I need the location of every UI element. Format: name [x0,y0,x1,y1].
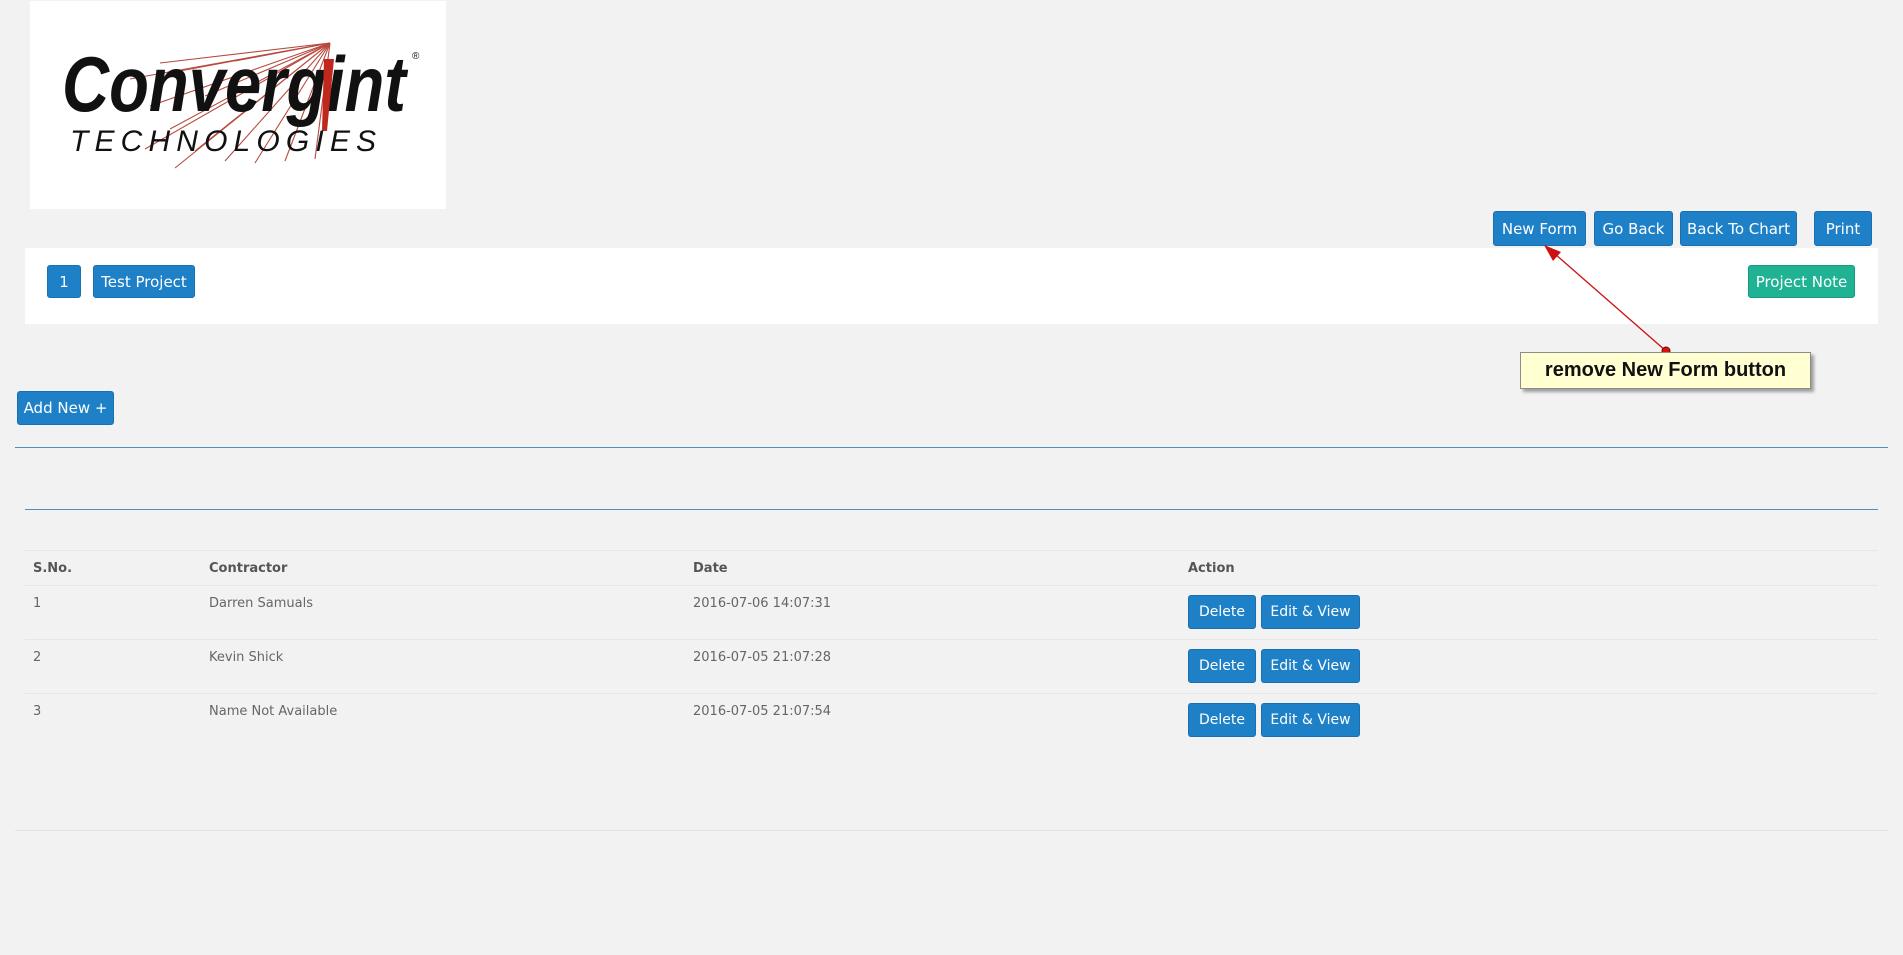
cell-date: 2016-07-05 21:07:54 [685,693,1180,748]
cell-sno: 1 [25,585,201,640]
delete-button[interactable]: Delete [1188,595,1256,629]
annotation-callout: remove New Form button [1520,352,1811,389]
cell-action: Delete Edit & View [1180,693,1878,748]
add-new-button[interactable]: Add New + [17,391,114,425]
cell-date: 2016-07-06 14:07:31 [685,585,1180,640]
column-header-sno: S.No. [25,550,201,586]
divider [25,509,1878,510]
cell-sno: 3 [25,693,201,748]
table-header-row: S.No. Contractor Date Action [25,550,1878,586]
logo-brand-text: Convergint [62,40,409,128]
logo-registered-mark: ® [412,51,420,62]
table-row: 2 Kevin Shick 2016-07-05 21:07:28 Delete… [25,639,1878,694]
logo-starburst-icon: Convergint ® TECHNOLOGIES [62,40,420,169]
logo-subtitle-text: TECHNOLOGIES [70,125,376,158]
column-header-contractor: Contractor [201,550,685,586]
cell-action: Delete Edit & View [1180,639,1878,694]
table-row: 3 Name Not Available 2016-07-05 21:07:54… [25,693,1878,748]
cell-contractor: Name Not Available [201,693,685,748]
project-note-button[interactable]: Project Note [1748,265,1855,298]
print-button[interactable]: Print [1814,211,1872,246]
cell-contractor: Darren Samuals [201,585,685,640]
delete-button[interactable]: Delete [1188,703,1256,737]
edit-view-button[interactable]: Edit & View [1261,649,1360,683]
forms-table: S.No. Contractor Date Action 1 Darren Sa… [25,550,1878,748]
delete-button[interactable]: Delete [1188,649,1256,683]
divider [15,447,1888,448]
project-number-button[interactable]: 1 [47,265,81,298]
back-to-chart-button[interactable]: Back To Chart [1680,211,1797,246]
project-bar: 1 Test Project Project Note [25,248,1878,324]
table-row: 1 Darren Samuals 2016-07-06 14:07:31 Del… [25,585,1878,640]
cell-action: Delete Edit & View [1180,585,1878,640]
edit-view-button[interactable]: Edit & View [1261,595,1360,629]
cell-sno: 2 [25,639,201,694]
go-back-button[interactable]: Go Back [1594,211,1673,246]
edit-view-button[interactable]: Edit & View [1261,703,1360,737]
footer-divider [15,830,1888,831]
new-form-button[interactable]: New Form [1493,211,1586,246]
project-name-button[interactable]: Test Project [93,265,195,298]
column-header-date: Date [685,550,1180,586]
company-logo: Convergint ® TECHNOLOGIES [30,1,446,209]
cell-contractor: Kevin Shick [201,639,685,694]
cell-date: 2016-07-05 21:07:28 [685,639,1180,694]
column-header-action: Action [1180,550,1878,586]
